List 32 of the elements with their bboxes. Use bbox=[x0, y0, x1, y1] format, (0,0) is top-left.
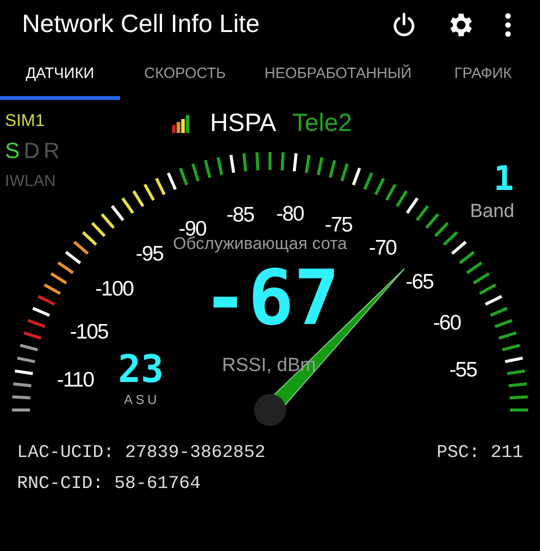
tab[interactable]: СКОРОСТЬ bbox=[120, 50, 250, 100]
asu-label: ASU bbox=[124, 393, 160, 406]
scale-label: -55 bbox=[449, 360, 477, 381]
scale-label: -75 bbox=[324, 214, 352, 236]
mode-indicator: S bbox=[5, 140, 20, 162]
band-label: Band bbox=[470, 202, 514, 221]
tab[interactable]: НЕОБРАБОТАННЫЙ bbox=[250, 50, 426, 100]
mode-indicator: D bbox=[24, 140, 40, 162]
sim-label: SIM1 bbox=[5, 112, 45, 129]
info-text: RNC-CID: 58-61764 bbox=[17, 474, 201, 494]
mode-indicator: R bbox=[44, 140, 60, 162]
band-value: 1 bbox=[492, 162, 514, 196]
operator-name: Tele2 bbox=[292, 111, 352, 136]
scale-label: -100 bbox=[95, 278, 134, 300]
info-text: LAC-UCID: 27839-3862852 bbox=[17, 442, 266, 465]
signal-bars-icon bbox=[172, 115, 190, 133]
scale-label: -105 bbox=[70, 322, 108, 343]
iwlan-indicator: IWLAN bbox=[5, 174, 56, 190]
scale-label: -65 bbox=[406, 271, 434, 292]
scale-label: -60 bbox=[433, 312, 461, 334]
info-text: PSC: 211 bbox=[436, 442, 523, 465]
scale-label: -110 bbox=[57, 370, 94, 391]
scale-label: -80 bbox=[276, 204, 304, 224]
asu-value: 23 bbox=[118, 350, 164, 388]
tab[interactable]: ДАТЧИКИ bbox=[0, 50, 120, 100]
tab[interactable]: ГРАФИК bbox=[426, 50, 540, 100]
scale-label: -95 bbox=[136, 244, 164, 265]
app-title: Network Cell Info Lite bbox=[22, 9, 261, 40]
scale-label: -85 bbox=[226, 204, 254, 226]
rssi-value: -67 bbox=[201, 260, 341, 336]
network-type: HSPA bbox=[210, 111, 276, 136]
scale-label: -70 bbox=[368, 238, 396, 259]
